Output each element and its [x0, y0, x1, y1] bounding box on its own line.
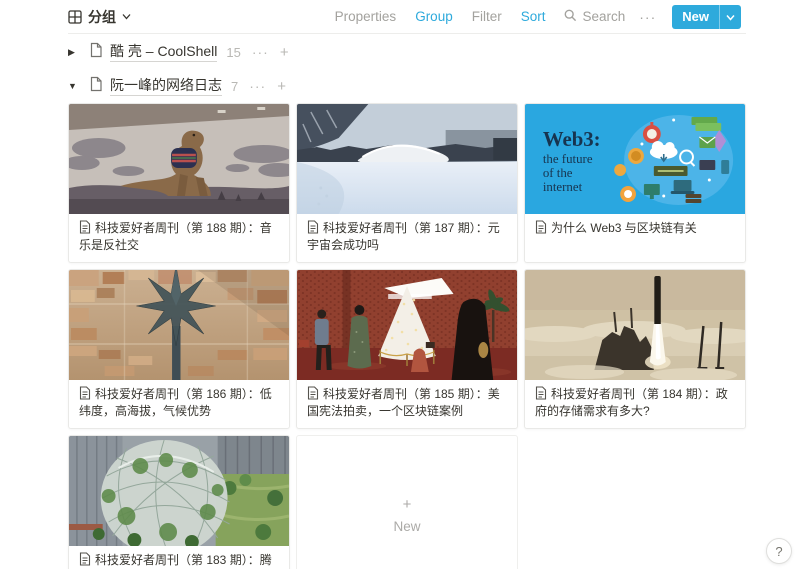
- group-header-coolshell: ▶ 酷 壳 – CoolShell 15 ··· +: [68, 40, 746, 64]
- card-cover-star-city: [69, 270, 289, 380]
- view-name: 分组: [88, 7, 116, 27]
- view-toolbar: 分组 Properties Group Filter Sort Search ·…: [0, 0, 800, 33]
- card-cover-spheres: [69, 436, 289, 546]
- gallery-view-icon: [68, 10, 82, 24]
- card-title: 科技爱好者周刊（第 187 期）：元宇宙会成功吗: [307, 221, 500, 252]
- card-cover-web3: Web3: the future of the internet: [525, 104, 745, 214]
- question-mark-icon: ?: [775, 544, 782, 559]
- gallery-card[interactable]: Web3: the future of the internet: [524, 103, 746, 263]
- group-title[interactable]: 酷 壳 – CoolShell: [110, 42, 217, 62]
- collapse-toggle-icon[interactable]: ▼: [68, 81, 82, 91]
- group-count: 7: [231, 79, 238, 94]
- group-more-icon[interactable]: ···: [249, 78, 266, 94]
- web3-line2: of the: [543, 165, 573, 180]
- group-header-ruanyifeng: ▼ 阮一峰的网络日志 7 ··· +: [68, 74, 746, 98]
- card-title: 科技爱好者周刊（第 185 期）：美国宪法拍卖，一个区块链案例: [307, 387, 500, 418]
- card-caption: 科技爱好者周刊（第 185 期）：美国宪法拍卖，一个区块链案例: [297, 380, 517, 428]
- card-caption: 科技爱好者周刊（第 188 期）：音乐是反社交: [69, 214, 289, 262]
- card-title: 科技爱好者周刊（第 188 期）：音乐是反社交: [79, 221, 272, 252]
- web3-line1: the future: [543, 151, 593, 166]
- card-title: 科技爱好者周刊（第 184 期）：政府的存储需求有多大?: [535, 387, 728, 418]
- new-card-button[interactable]: + New: [296, 435, 518, 569]
- web3-line3: internet: [543, 179, 583, 194]
- chevron-down-icon: [122, 13, 131, 20]
- filter-button[interactable]: Filter: [472, 9, 502, 24]
- expand-toggle-icon[interactable]: ▶: [68, 47, 82, 58]
- group-title[interactable]: 阮一峰的网络日志: [110, 76, 222, 96]
- card-cover-rocket: [525, 270, 745, 380]
- card-title: 为什么 Web3 与区块链有关: [551, 221, 697, 235]
- gallery-card[interactable]: 科技爱好者周刊（第 186 期）：低纬度，高海拔，气候优势: [68, 269, 290, 429]
- card-cover-plaza: [297, 270, 517, 380]
- card-caption: 科技爱好者周刊（第 183 期）：腾讯的员工退休福利: [69, 546, 289, 569]
- plus-icon: +: [403, 496, 412, 513]
- board-content: ▶ 酷 壳 – CoolShell 15 ··· + ▼ 阮一峰的网络日志 7 …: [0, 40, 800, 569]
- new-button[interactable]: New: [672, 5, 719, 29]
- gallery-card[interactable]: 科技爱好者周刊（第 185 期）：美国宪法拍卖，一个区块链案例: [296, 269, 518, 429]
- group-more-icon[interactable]: ···: [252, 44, 269, 60]
- card-cover-snow: [297, 104, 517, 214]
- new-card-label: New: [393, 519, 420, 534]
- group-add-icon[interactable]: +: [280, 44, 289, 61]
- gallery-grid: 科技爱好者周刊（第 188 期）：音乐是反社交: [68, 103, 746, 569]
- more-icon: ···: [639, 9, 656, 25]
- more-button[interactable]: ···: [639, 9, 656, 25]
- page-icon: [89, 76, 103, 97]
- web3-heading: Web3:: [543, 127, 601, 151]
- gallery-card[interactable]: 科技爱好者周刊（第 187 期）：元宇宙会成功吗: [296, 103, 518, 263]
- card-caption: 为什么 Web3 与区块链有关: [525, 214, 745, 262]
- sort-button[interactable]: Sort: [521, 9, 546, 24]
- gallery-card[interactable]: 科技爱好者周刊（第 183 期）：腾讯的员工退休福利: [68, 435, 290, 569]
- search-icon: [564, 9, 577, 25]
- view-switcher[interactable]: 分组: [68, 7, 131, 27]
- card-title: 科技爱好者周刊（第 186 期）：低纬度，高海拔，气候优势: [79, 387, 272, 418]
- card-cover-dinosaur: [69, 104, 289, 214]
- gallery-card[interactable]: 科技爱好者周刊（第 188 期）：音乐是反社交: [68, 103, 290, 263]
- page-icon: [89, 42, 103, 63]
- help-button[interactable]: ?: [766, 538, 792, 564]
- chevron-down-icon: [726, 9, 735, 24]
- card-caption: 科技爱好者周刊（第 184 期）：政府的存储需求有多大?: [525, 380, 745, 428]
- group-add-icon[interactable]: +: [277, 78, 286, 95]
- search-button[interactable]: Search: [564, 9, 625, 25]
- toolbar-divider: [68, 33, 746, 34]
- properties-button[interactable]: Properties: [335, 9, 397, 24]
- new-split-button: New: [672, 5, 741, 29]
- group-count: 15: [226, 45, 240, 60]
- card-title: 科技爱好者周刊（第 183 期）：腾讯的员工退休福利: [79, 553, 272, 569]
- group-button[interactable]: Group: [415, 9, 453, 24]
- gallery-card[interactable]: 科技爱好者周刊（第 184 期）：政府的存储需求有多大?: [524, 269, 746, 429]
- card-caption: 科技爱好者周刊（第 187 期）：元宇宙会成功吗: [297, 214, 517, 262]
- card-caption: 科技爱好者周刊（第 186 期）：低纬度，高海拔，气候优势: [69, 380, 289, 428]
- search-label: Search: [582, 9, 625, 24]
- new-dropdown-button[interactable]: [719, 5, 741, 29]
